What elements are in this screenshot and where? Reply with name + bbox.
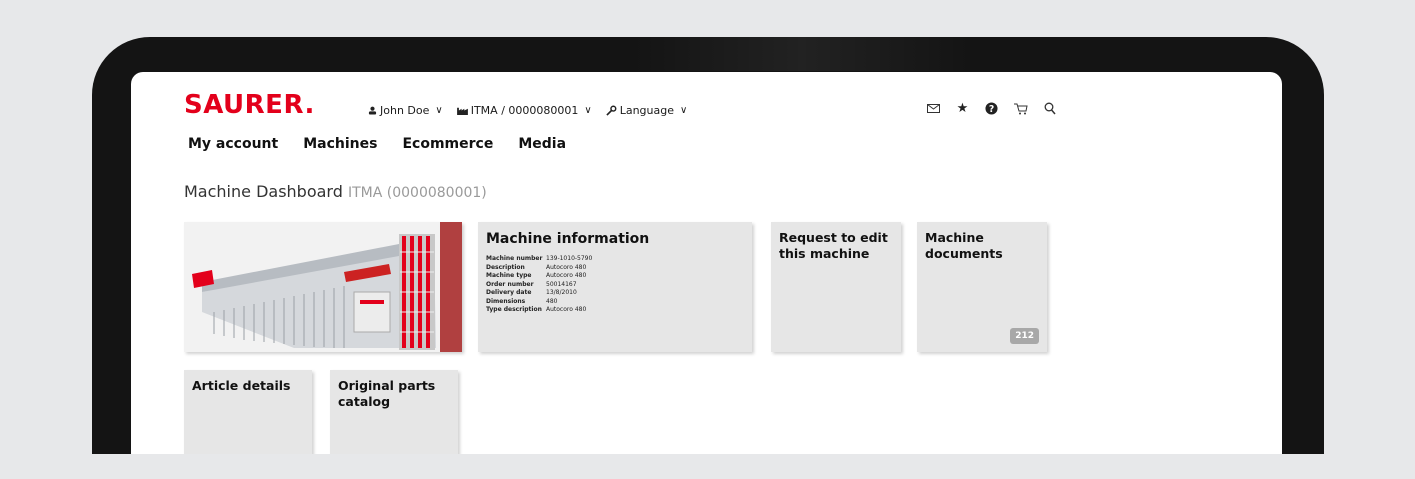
page-title: Machine Dashboard ITMA (0000080001) (184, 182, 487, 201)
machine-documents-title: Machine documents (925, 230, 1003, 261)
machine-image-tile[interactable] (184, 222, 462, 352)
page-background-band (0, 454, 1415, 479)
spec-value: 50014167 (546, 280, 577, 288)
documents-count-badge: 212 (1010, 328, 1039, 344)
top-icons: ★ ? (926, 101, 1057, 116)
user-menu[interactable]: John Doe ∨ (368, 104, 443, 117)
browser-screen: SAURER. John Doe ∨ ITMA / 0000080001 ∨ L… (131, 72, 1282, 454)
saurer-logo[interactable]: SAURER. (184, 90, 315, 120)
spec-value: Autocoro 480 (546, 272, 587, 279)
chevron-down-icon: ∨ (435, 105, 443, 116)
language-label: Language (619, 104, 675, 117)
spec-key: Machine number (486, 255, 543, 262)
parts-catalog-tile[interactable]: Original parts catalog (330, 370, 458, 454)
parts-catalog-title: Original parts catalog (338, 378, 436, 409)
nav-my-account[interactable]: My account (188, 136, 278, 152)
spec-value: Autocoro 480 (546, 263, 587, 271)
machine-selector[interactable]: ITMA / 0000080001 ∨ (456, 104, 592, 117)
nav-ecommerce[interactable]: Ecommerce (402, 136, 493, 152)
main-nav: My account Machines Ecommerce Media (188, 136, 566, 152)
spec-row: Order number 50014167 (486, 281, 592, 290)
spec-key: Description (486, 263, 525, 271)
machine-information-tile[interactable]: Machine information Machine number 139-10… (478, 222, 752, 352)
machine-information-title: Machine information (486, 231, 650, 247)
chevron-down-icon: ∨ (584, 105, 592, 116)
spec-key: Delivery date (486, 289, 532, 296)
search-icon[interactable] (1042, 102, 1057, 115)
machine-selector-label: ITMA / 0000080001 (470, 104, 579, 117)
request-edit-title: Request to edit this machine (779, 230, 888, 261)
spec-value: Autocoro 480 (546, 306, 587, 313)
language-selector[interactable]: Language ∨ (606, 104, 688, 117)
page-subtitle: ITMA (0000080001) (347, 185, 487, 201)
article-details-title: Article details (192, 378, 291, 393)
nav-media[interactable]: Media (518, 136, 566, 152)
spec-row: Type description Autocoro 480 (486, 306, 592, 315)
cart-icon[interactable] (1013, 103, 1028, 115)
machine-documents-tile[interactable]: Machine documents 212 (917, 222, 1047, 352)
spec-key: Machine type (486, 272, 532, 279)
mail-icon[interactable] (926, 104, 941, 113)
nav-machines[interactable]: Machines (303, 136, 377, 152)
spec-row: Description Autocoro 480 (486, 264, 592, 273)
machine-photo (184, 222, 462, 352)
page-title-text: Machine Dashboard (184, 182, 343, 201)
spec-row: Machine number 139-1010-5790 (486, 255, 592, 264)
user-name: John Doe (380, 104, 430, 117)
spec-key: Order number (486, 280, 534, 288)
help-icon[interactable]: ? (984, 102, 999, 115)
spec-value: 139-1010-5790 (546, 255, 593, 262)
user-icon (368, 106, 377, 115)
spec-value: 13/8/2010 (546, 289, 577, 296)
chevron-down-icon: ∨ (680, 105, 688, 116)
article-details-tile[interactable]: Article details (184, 370, 312, 454)
spec-key: Dimensions (486, 297, 526, 305)
star-icon[interactable]: ★ (955, 101, 970, 116)
factory-icon (456, 107, 468, 115)
spec-key: Type description (486, 306, 542, 313)
wrench-icon (606, 105, 617, 116)
spec-row: Machine type Autocoro 480 (486, 272, 592, 281)
machine-spec-list: Machine number 139-1010-5790 Description A… (486, 255, 592, 315)
svg-text:?: ? (989, 104, 994, 115)
spec-row: Delivery date 13/8/2010 (486, 289, 592, 298)
spec-row: Dimensions 480 (486, 298, 592, 307)
spec-value: 480 (546, 297, 558, 305)
top-menu: John Doe ∨ ITMA / 0000080001 ∨ Language … (368, 104, 687, 117)
request-edit-tile[interactable]: Request to edit this machine (771, 222, 901, 352)
